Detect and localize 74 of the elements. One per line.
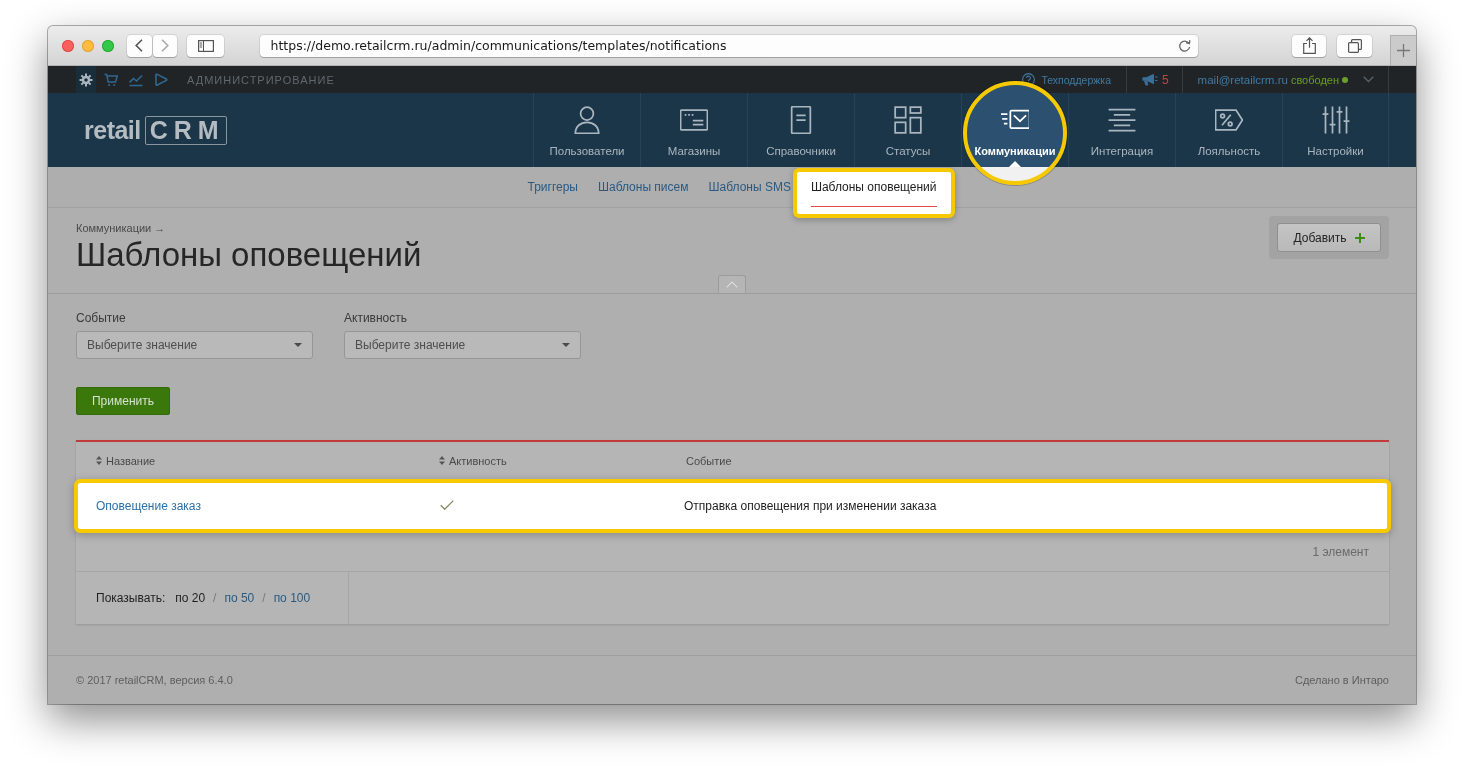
new-tab-button[interactable] — [1390, 35, 1416, 65]
table-cell: Отправка оповещения при изменении заказа — [684, 499, 937, 513]
tabs-button[interactable] — [1337, 34, 1373, 57]
select-field[interactable]: Выберите значение — [344, 331, 581, 359]
page-size-option[interactable]: по 20 — [175, 591, 206, 605]
table-row[interactable]: Оповещение заказ Отправка оповещения при изменении заказа — [74, 479, 1391, 533]
breadcrumb-link[interactable]: Коммуникации → — [76, 222, 422, 235]
chevron-right-icon — [160, 39, 169, 52]
reload-icon[interactable] — [1178, 38, 1192, 53]
separator: / — [213, 591, 217, 605]
notifications-button[interactable]: 5 — [1142, 72, 1169, 87]
megaphone-icon — [1142, 73, 1158, 86]
nav-item[interactable]: Настройки — [1283, 93, 1388, 167]
column-header[interactable]: Активность — [439, 454, 507, 467]
credit-text: Сделано в Интаро — [1294, 674, 1389, 686]
share-icon — [1302, 37, 1316, 54]
sliders-icon — [1321, 106, 1350, 134]
user-email[interactable]: mail@retailcrm.ru — [1197, 73, 1288, 86]
percent-tag-icon — [1215, 106, 1243, 134]
page-size-option[interactable]: по 100 — [273, 591, 311, 605]
toolbar-button[interactable] — [76, 66, 96, 93]
caret-down-icon — [294, 343, 302, 347]
sidebar-icon — [197, 39, 214, 52]
lines-icon — [1108, 106, 1136, 134]
page-size-label: Показывать: — [96, 591, 166, 605]
nav-item[interactable]: Статусы — [855, 93, 961, 167]
select-field[interactable]: Выберите значение — [76, 331, 313, 359]
chevron-left-icon — [135, 39, 144, 52]
play-icon — [154, 72, 168, 87]
plus-icon — [1397, 44, 1411, 57]
nav-item[interactable]: Лояльность — [1176, 93, 1282, 167]
maximize-button[interactable] — [101, 39, 114, 52]
filter-label: Событие — [76, 312, 127, 325]
back-button[interactable] — [126, 34, 152, 57]
filter-label: Активность — [344, 312, 408, 325]
user-status: свободен — [1290, 73, 1339, 86]
nav-item[interactable]: Магазины — [641, 93, 747, 167]
close-button[interactable] — [62, 39, 74, 52]
submenu-item[interactable]: Шаблоны оповещений — [792, 168, 955, 218]
caret-down-icon — [562, 343, 570, 347]
template-link[interactable]: Оповещение заказ — [96, 499, 201, 513]
nav-item[interactable]: Справочники — [748, 93, 854, 167]
submenu-item[interactable]: Шаблоны писем — [597, 180, 689, 194]
apply-button[interactable]: Применить — [76, 387, 170, 415]
item-count: 1 элемент — [1312, 545, 1369, 559]
separator: / — [262, 591, 266, 605]
add-button[interactable]: Добавить — [1277, 223, 1381, 252]
column-header[interactable]: Название — [96, 454, 156, 467]
grid-icon — [894, 106, 922, 134]
nav-item[interactable]: Коммуникации — [962, 93, 1068, 167]
minimize-button[interactable] — [81, 39, 94, 52]
column-header: Событие — [686, 454, 732, 467]
chevron-up-icon — [726, 281, 738, 288]
page-title: Шаблоны оповещений — [76, 235, 422, 275]
collapse-button[interactable] — [718, 275, 746, 293]
page-size-option[interactable]: по 50 — [224, 591, 255, 605]
pointer-icon — [1009, 161, 1021, 167]
screen-icon — [680, 106, 708, 134]
plus-icon — [1354, 232, 1365, 243]
submenu-item[interactable]: Триггеры — [527, 180, 578, 194]
copyright-text: © 2017 retailCRM, версия 6.4.0 — [76, 674, 233, 686]
sidebar-button[interactable] — [186, 34, 225, 57]
chart-icon — [129, 72, 143, 87]
share-button[interactable] — [1292, 34, 1327, 57]
section-title: АДМИНИСТРИРОВАНИЕ — [187, 73, 335, 86]
gear-icon — [79, 72, 93, 87]
submenu-item[interactable]: Шаблоны SMS — [708, 180, 791, 194]
chevron-down-icon[interactable] — [1363, 76, 1374, 83]
address-field[interactable]: https://demo.retailcrm.ru/admin/communications/templates/notifications — [260, 34, 1199, 57]
tabs-icon — [1347, 38, 1362, 53]
nav-item[interactable]: Интеграция — [1069, 93, 1175, 167]
user-icon — [573, 106, 601, 134]
nav-item[interactable]: Пользователи — [534, 93, 640, 167]
cart-icon — [104, 72, 118, 87]
